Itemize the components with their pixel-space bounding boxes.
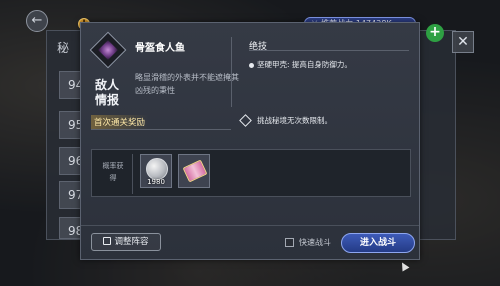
- quick-battle-label[interactable]: 快速战斗: [299, 237, 331, 248]
- first-clear-reward-title: 首次通关奖励: [91, 115, 149, 129]
- enemy-description: 略显滑稽的外表并不能遮掩其凶残的秉性: [135, 73, 239, 95]
- adjust-lineup-button[interactable]: 调整阵容: [91, 233, 161, 251]
- item-count: 1980: [147, 178, 165, 186]
- start-battle-button[interactable]: 进入战斗: [341, 233, 415, 253]
- arrow-left-icon: ←: [31, 13, 43, 28]
- bullet-icon: [249, 62, 254, 68]
- enemy-info-label: 敌人 情报: [94, 78, 119, 107]
- add-button[interactable]: +: [426, 24, 444, 42]
- quick-battle-checkbox[interactable]: [285, 238, 294, 247]
- challenge-limit-text: 挑战秘境无次数限制。: [257, 116, 332, 125]
- scroll-icon: [182, 159, 208, 183]
- enemy-info-dialog: 敌人 情报 骨盔食人鱼 略显滑稽的外表并不能遮掩其凶残的秉性 绝技 坚硬甲壳: …: [80, 22, 420, 260]
- enemy-name: 骨盔食人鱼: [135, 43, 185, 54]
- silver-coin-icon: [146, 158, 168, 180]
- panel-close-button[interactable]: ✕: [452, 31, 474, 53]
- divider: [91, 129, 231, 130]
- reward-box: 概率获得 1980: [91, 149, 411, 197]
- reward-item-coin[interactable]: 1980: [140, 154, 172, 188]
- close-icon: ✕: [457, 34, 469, 50]
- adjust-lineup-label: 调整阵容: [114, 237, 149, 247]
- divider: [249, 50, 409, 51]
- plus-icon: +: [429, 24, 441, 40]
- divider: [81, 225, 419, 226]
- lineup-icon: [103, 237, 112, 245]
- enemy-portrait-icon: [89, 31, 127, 69]
- divider: [231, 37, 232, 107]
- skill-item-text: 坚硬甲壳: 提高自身防御力。: [257, 60, 352, 69]
- skill-item: 坚硬甲壳: 提高自身防御力。: [249, 59, 352, 70]
- reward-item-scroll[interactable]: [178, 154, 210, 188]
- back-button[interactable]: ←: [26, 10, 48, 32]
- diamond-info-icon: [239, 114, 252, 127]
- probability-label: 概率获得: [102, 162, 124, 182]
- divider: [132, 154, 133, 194]
